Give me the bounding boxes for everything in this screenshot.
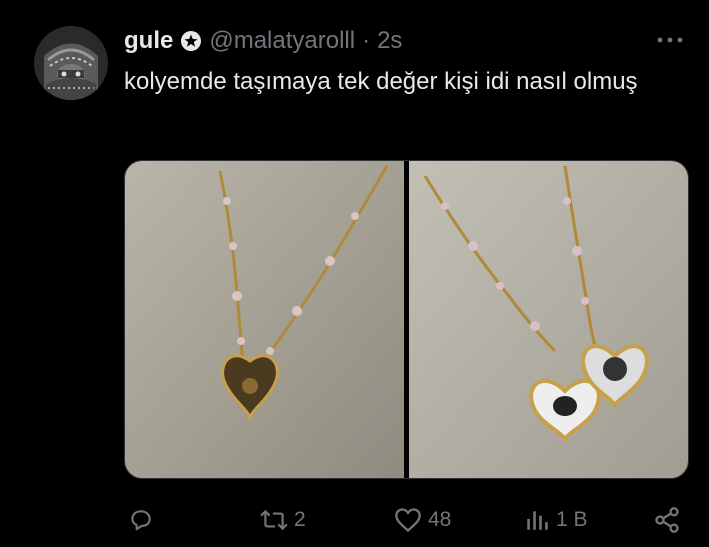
- separator-dot: ·: [362, 27, 371, 54]
- share-icon: [655, 507, 679, 533]
- retweet-button[interactable]: 2: [260, 500, 306, 540]
- retweet-count: 2: [294, 508, 306, 531]
- like-count: 48: [428, 508, 452, 531]
- share-button[interactable]: [652, 500, 682, 540]
- open-heart-locket-necklace-with-photos[interactable]: [409, 161, 688, 478]
- reply-icon: [131, 510, 151, 531]
- views-button[interactable]: 1 B: [524, 500, 588, 540]
- reply-button[interactable]: [128, 500, 154, 540]
- retweet-icon: [260, 509, 288, 531]
- author-name[interactable]: gule: [124, 27, 173, 55]
- avatar-image: [34, 26, 108, 100]
- more-horizontal-icon: [657, 37, 683, 43]
- more-options-button[interactable]: [652, 30, 688, 50]
- tweet-actions: 2 48 1 B: [124, 500, 692, 540]
- views-count: 1 B: [556, 508, 588, 531]
- heart-icon: [395, 508, 421, 532]
- verified-star-badge-icon[interactable]: [180, 30, 202, 52]
- avatar[interactable]: [34, 26, 108, 100]
- tweet-header: gule @malatyarolll · 2s: [124, 26, 402, 56]
- post-timestamp[interactable]: 2s: [377, 27, 402, 55]
- tweet-text: kolyemde taşımaya tek değer kişi idi nas…: [124, 68, 638, 95]
- media-grid: [124, 160, 689, 479]
- like-button[interactable]: 48: [394, 500, 451, 540]
- closed-heart-locket-necklace[interactable]: [125, 161, 404, 478]
- views-bar-chart-icon: [527, 511, 548, 530]
- author-handle[interactable]: @malatyarolll: [209, 27, 355, 55]
